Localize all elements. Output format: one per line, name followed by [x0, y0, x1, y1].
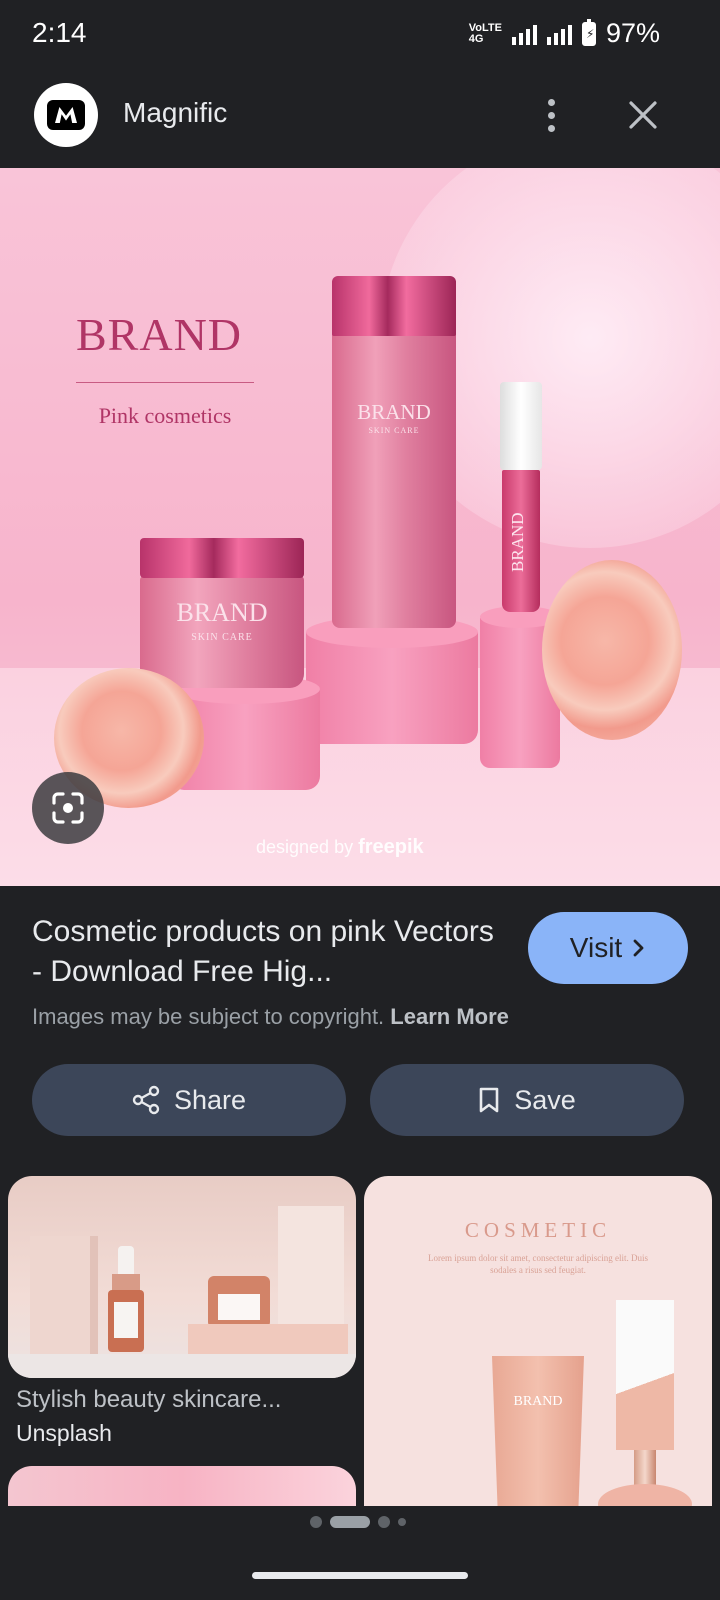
battery-percent: 97% — [605, 18, 660, 48]
more-vert-icon — [547, 98, 555, 106]
chevron-right-icon — [633, 939, 644, 957]
related-heading-2: COSMETIC — [464, 1218, 612, 1242]
jar-cap — [140, 538, 304, 578]
related-image-1[interactable] — [8, 1176, 356, 1378]
status-icons: VoLTE 4G ⚡ 97% — [469, 18, 660, 49]
learn-more-link[interactable]: Learn More — [390, 1004, 509, 1029]
ad-brand-title: BRAND — [76, 309, 243, 360]
site-logo[interactable] — [34, 83, 98, 147]
status-bar: 2:14 VoLTE 4G ⚡ 97% — [0, 0, 720, 66]
network-badge: VoLTE 4G — [468, 21, 502, 45]
related-product-brand: BRAND — [513, 1394, 563, 1409]
result-title[interactable]: Cosmetic products on pink Vectors - Down… — [32, 912, 502, 992]
bookmark-icon — [479, 1087, 499, 1113]
bottle-cap — [332, 276, 456, 336]
main-image[interactable]: BRAND Pink cosmetics BRAND SKIN CARE BRA… — [0, 168, 720, 886]
home-indicator[interactable] — [252, 1572, 468, 1579]
jar-brand: BRAND — [176, 598, 268, 627]
lens-search-button[interactable] — [32, 772, 104, 844]
lens-icon — [52, 792, 84, 824]
visit-button[interactable]: Visit — [528, 912, 688, 984]
ad-tagline: Pink cosmetics — [98, 403, 232, 428]
signal-icon-2 — [546, 23, 572, 45]
page-indicator — [310, 1516, 406, 1528]
share-button[interactable]: Share — [32, 1064, 346, 1136]
site-name[interactable]: Magnific — [123, 97, 227, 129]
status-time: 2:14 — [32, 17, 87, 48]
more-options-button[interactable] — [526, 90, 576, 140]
battery-icon: ⚡ — [581, 18, 596, 46]
save-button[interactable]: Save — [370, 1064, 684, 1136]
jar-sub: SKIN CARE — [191, 632, 253, 643]
lip-gloss-product: BRAND — [500, 382, 542, 612]
bottle-sub: SKIN CARE — [368, 426, 420, 435]
close-button[interactable] — [618, 90, 668, 140]
related-source-1: Unsplash — [16, 1420, 112, 1446]
viewer-header: Magnific — [0, 66, 720, 168]
close-icon — [629, 101, 657, 129]
ad-divider — [76, 382, 254, 383]
related-title-1[interactable]: Stylish beauty skincare... — [16, 1386, 346, 1414]
gloss-brand: BRAND — [508, 512, 527, 572]
related-image-3[interactable] — [8, 1466, 356, 1506]
share-icon — [132, 1085, 160, 1115]
copyright-notice: Images may be subject to copyright. Lear… — [32, 1004, 509, 1029]
freepik-watermark: designed by freepik — [256, 836, 424, 858]
related-image-2[interactable]: COSMETIC Lorem ipsum dolor sit amet, con… — [364, 1176, 712, 1506]
bottle-brand: BRAND — [357, 400, 431, 424]
signal-icon — [511, 23, 537, 45]
related-body-2: Lorem ipsum dolor sit amet, consectetur … — [428, 1253, 648, 1275]
rose-right — [542, 560, 682, 740]
